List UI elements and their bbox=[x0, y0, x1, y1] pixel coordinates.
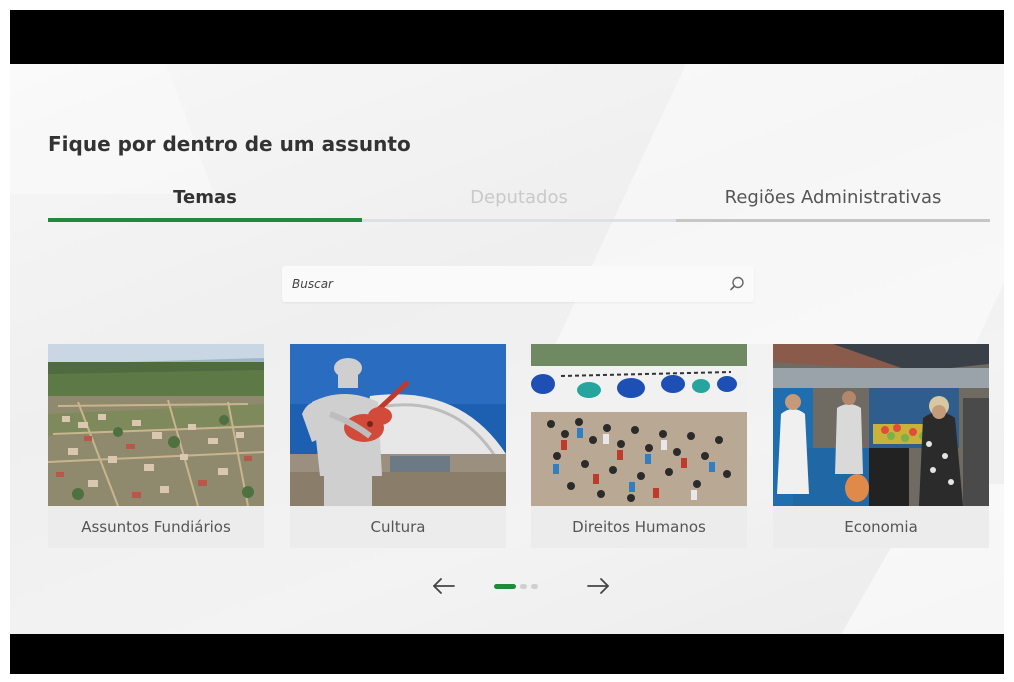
tab-underline bbox=[362, 219, 676, 222]
crowd-event-photo bbox=[531, 344, 747, 506]
background-shape bbox=[10, 64, 214, 194]
search-box bbox=[282, 266, 754, 302]
tab-temas[interactable]: Temas bbox=[48, 184, 362, 222]
search-icon[interactable] bbox=[728, 275, 746, 293]
topic-carousel: Assuntos Fundiários Cultura Direitos Hum… bbox=[48, 344, 990, 548]
carousel-page-indicator bbox=[494, 584, 554, 590]
topic-card-label: Economia bbox=[773, 506, 989, 548]
aerial-town-photo bbox=[48, 344, 264, 506]
tab-bar: Temas Deputados Regiões Administrativas bbox=[48, 184, 990, 222]
video-frame: Fique por dentro de um assunto Temas Dep… bbox=[10, 10, 1004, 674]
topic-card-label: Cultura bbox=[290, 506, 506, 548]
topic-card-assuntos-fundiarios[interactable]: Assuntos Fundiários bbox=[48, 344, 264, 548]
section-title: Fique por dentro de um assunto bbox=[48, 132, 411, 156]
topic-card-cultura[interactable]: Cultura bbox=[290, 344, 506, 548]
topic-card-economia[interactable]: Economia bbox=[773, 344, 989, 548]
search-input[interactable] bbox=[282, 266, 722, 302]
page-dot[interactable] bbox=[531, 584, 538, 589]
topic-card-label: Direitos Humanos bbox=[531, 506, 747, 548]
tab-deputados[interactable]: Deputados bbox=[362, 184, 676, 222]
arrow-left-icon[interactable] bbox=[430, 574, 458, 598]
topic-card-direitos-humanos[interactable]: Direitos Humanos bbox=[531, 344, 747, 548]
guitar-statue-photo bbox=[290, 344, 506, 506]
tab-active-indicator bbox=[48, 218, 362, 222]
page-dot[interactable] bbox=[520, 584, 527, 589]
tab-underline bbox=[676, 219, 990, 222]
arrow-right-icon[interactable] bbox=[584, 574, 612, 598]
tab-label: Temas bbox=[173, 187, 237, 208]
tab-label: Regiões Administrativas bbox=[724, 187, 942, 208]
topic-section: Fique por dentro de um assunto Temas Dep… bbox=[10, 64, 1004, 634]
page-dot-active[interactable] bbox=[494, 584, 516, 589]
street-market-photo bbox=[773, 344, 989, 506]
topic-card-label: Assuntos Fundiários bbox=[48, 506, 264, 548]
carousel-pager bbox=[420, 572, 620, 602]
tab-label: Deputados bbox=[470, 187, 568, 208]
tab-regioes-administrativas[interactable]: Regiões Administrativas bbox=[676, 184, 990, 222]
